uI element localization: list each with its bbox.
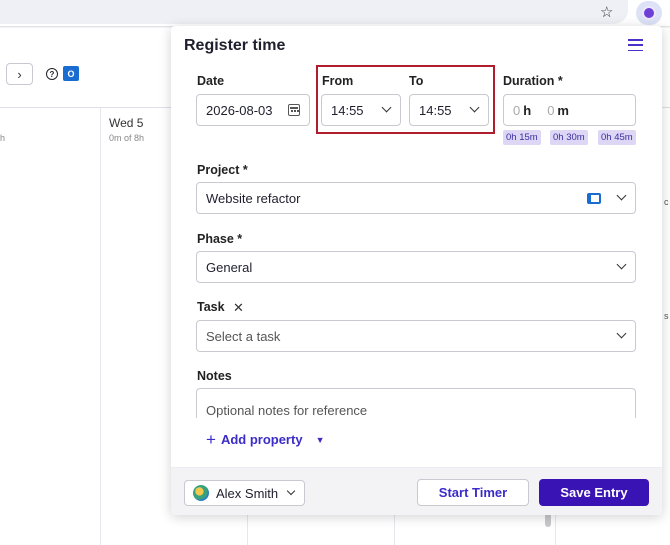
task-select[interactable]: Select a task	[196, 320, 636, 352]
duration-label: Duration *	[503, 74, 563, 88]
quick-duration-45[interactable]: 0h 45m	[598, 130, 636, 145]
register-time-panel: Register time Date 2026-08-03 From 14:55…	[171, 26, 662, 515]
phase-label: Phase *	[197, 232, 243, 246]
to-time-select[interactable]: 14:55	[409, 94, 489, 126]
chevron-down-icon	[286, 486, 296, 496]
day-hours-fragment: h	[0, 133, 6, 143]
panel-footer: Alex Smith Start Timer Save Entry	[171, 467, 662, 515]
address-bar[interactable]	[0, 0, 628, 24]
calendar-column-divider	[100, 108, 101, 545]
notes-textarea[interactable]: Optional notes for reference	[196, 388, 636, 418]
text-fragment: s	[664, 311, 669, 321]
add-property-button[interactable]: + Add property ▼	[206, 430, 325, 449]
notes-label: Notes	[197, 369, 232, 383]
text-fragment: c	[664, 197, 669, 207]
caret-down-icon[interactable]: ▼	[316, 435, 325, 445]
day-header-wed: Wed 5	[109, 116, 144, 130]
plus-icon: +	[206, 430, 216, 449]
project-label: Project *	[197, 163, 248, 177]
calendar-icon[interactable]	[288, 104, 300, 116]
task-label: Task	[197, 300, 225, 314]
help-icon[interactable]: ?	[46, 68, 58, 80]
star-icon[interactable]: ☆	[600, 3, 613, 21]
extension-icon[interactable]	[636, 1, 662, 25]
date-label: Date	[197, 74, 225, 88]
to-label: To	[409, 74, 424, 88]
outlook-icon[interactable]: O	[63, 66, 79, 81]
quick-duration-30[interactable]: 0h 30m	[550, 130, 588, 145]
phase-select[interactable]: General	[196, 251, 636, 283]
project-select[interactable]: Website refactor	[196, 182, 636, 214]
user-select[interactable]: Alex Smith	[184, 480, 305, 506]
save-entry-button[interactable]: Save Entry	[539, 479, 649, 506]
azure-devops-icon	[587, 193, 601, 204]
avatar	[193, 485, 209, 501]
next-week-button[interactable]: ›	[6, 63, 33, 85]
day-hours-summary: 0m of 8h	[109, 133, 145, 143]
chevron-down-icon	[616, 328, 627, 339]
chevron-down-icon	[616, 190, 627, 201]
start-timer-button[interactable]: Start Timer	[417, 479, 529, 506]
close-icon[interactable]: ✕	[233, 300, 244, 316]
panel-title: Register time	[184, 37, 286, 54]
date-input[interactable]: 2026-08-03	[196, 94, 310, 126]
chevron-down-icon	[381, 102, 392, 113]
chevron-down-icon	[616, 259, 627, 270]
menu-icon[interactable]	[628, 39, 643, 51]
chevron-down-icon	[469, 102, 480, 113]
from-label: From	[322, 74, 354, 88]
duration-input[interactable]: 0h 0m	[503, 94, 636, 126]
scrollbar-thumb[interactable]	[545, 513, 551, 527]
from-time-select[interactable]: 14:55	[321, 94, 401, 126]
quick-duration-15[interactable]: 0h 15m	[503, 130, 541, 145]
browser-toolbar: ☆	[0, 0, 670, 27]
